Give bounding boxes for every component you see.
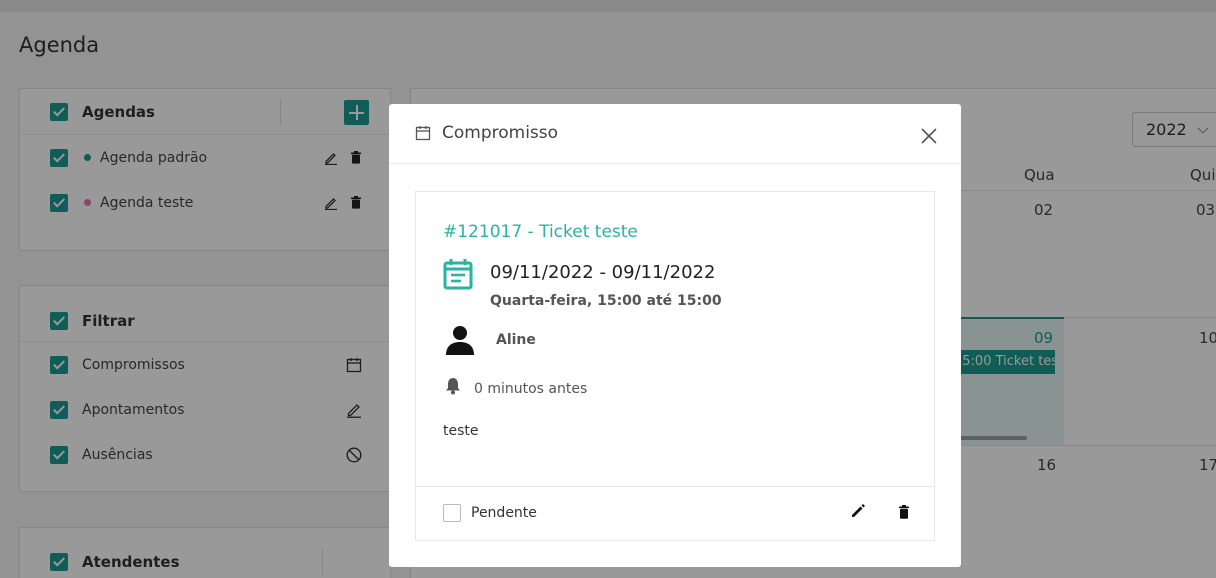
date-range: 09/11/2022 - 09/11/2022 (490, 262, 716, 283)
description: teste (443, 423, 479, 439)
modal-title: Compromisso (442, 123, 559, 143)
card-footer: Pendente (416, 486, 934, 540)
event-calendar-icon (443, 259, 473, 290)
time-range: Quarta-feira, 15:00 até 15:00 (490, 293, 722, 309)
pending-label: Pendente (471, 505, 537, 521)
trash-icon[interactable] (898, 505, 910, 519)
pending-checkbox[interactable] (443, 504, 461, 522)
modal-header: Compromisso (389, 104, 961, 164)
close-icon[interactable] (917, 124, 941, 148)
edit-icon[interactable] (850, 503, 866, 519)
bell-icon (446, 378, 460, 395)
calendar-icon (415, 126, 431, 141)
ticket-link[interactable]: #121017 - Ticket teste (443, 222, 638, 242)
person-icon (446, 326, 474, 355)
reminder-text: 0 minutos antes (474, 381, 588, 397)
appointment-card: #121017 - Ticket teste 09/11/2022 - 09/1… (415, 191, 935, 541)
appointment-modal: Compromisso #121017 - Ticket teste 09/11… (389, 104, 961, 567)
attendee-name: Aline (496, 332, 536, 348)
